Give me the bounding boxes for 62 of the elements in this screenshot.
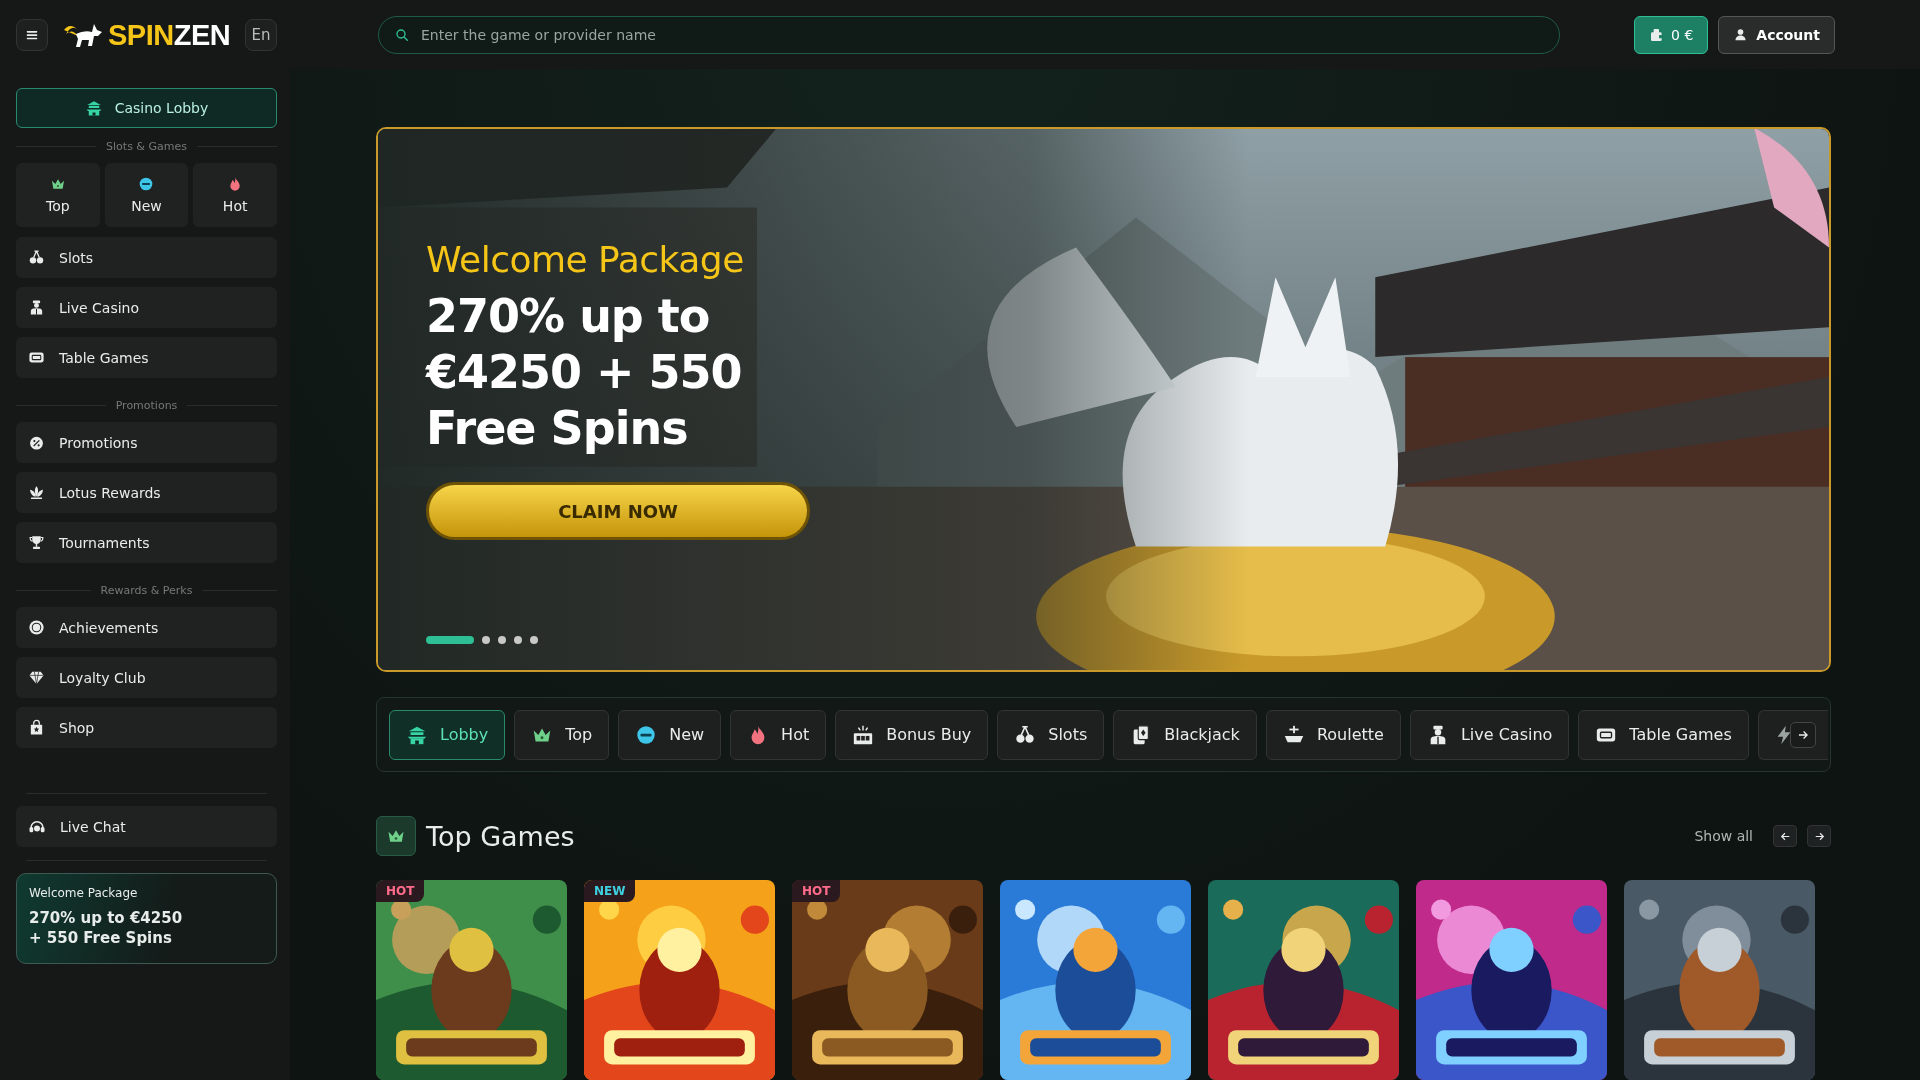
- category-tab[interactable]: Live Casino: [1409, 709, 1570, 760]
- promo-title: Welcome Package: [29, 886, 139, 900]
- category-tab[interactable]: New: [618, 709, 722, 760]
- previous-button[interactable]: [1773, 825, 1797, 847]
- shopping-bag-icon: [28, 719, 45, 736]
- show-all-link[interactable]: Show all: [1694, 828, 1753, 844]
- account-button[interactable]: Account: [1718, 15, 1835, 54]
- sidebar-item[interactable]: Shop: [16, 707, 277, 748]
- menu-button[interactable]: [16, 19, 48, 51]
- carousel-dot[interactable]: [514, 636, 522, 644]
- category-tab[interactable]: Roulette: [1265, 709, 1401, 760]
- nav-tile[interactable]: Hot: [193, 163, 277, 227]
- percent-icon: [28, 434, 45, 451]
- live-chat-button[interactable]: Live Chat: [16, 806, 277, 847]
- category-tab[interactable]: Slots: [997, 709, 1105, 760]
- sidebar-item[interactable]: Tournaments: [16, 522, 277, 563]
- diamond-icon: [28, 669, 45, 686]
- category-tab[interactable]: Top: [514, 709, 610, 760]
- banner-title: Welcome Package: [426, 239, 745, 280]
- category-tab[interactable]: Hot: [730, 709, 827, 760]
- category-tab[interactable]: Table Games: [1578, 709, 1749, 760]
- promo-card[interactable]: Welcome Package 270% up to €4250 + 550 Free Spins: [16, 873, 277, 964]
- scroll-right-button[interactable]: [1790, 722, 1816, 748]
- section-label: Slots & Games: [106, 140, 187, 153]
- sidebar-item[interactable]: Slots: [16, 237, 277, 278]
- sidebar-item[interactable]: Lotus Rewards: [16, 472, 277, 513]
- trophy-icon: [28, 534, 45, 551]
- carousel-dot[interactable]: [498, 636, 506, 644]
- cherries-icon: [1014, 723, 1037, 746]
- carousel-dot[interactable]: [482, 636, 490, 644]
- game-badge: HOT: [792, 880, 841, 902]
- sidebar-item[interactable]: Live Casino: [16, 287, 277, 328]
- dealer-icon: [28, 299, 45, 316]
- category-tab[interactable]: Lobby: [389, 709, 506, 760]
- sidebar-item[interactable]: Achievements: [16, 607, 277, 648]
- section-title: Top Games: [426, 820, 576, 852]
- game-badge: HOT: [376, 880, 425, 902]
- game-badge: NEW: [584, 880, 636, 902]
- nav-tile[interactable]: Top: [16, 163, 100, 227]
- carousel-dot[interactable]: [530, 636, 538, 644]
- sidebar-item[interactable]: Promotions: [16, 422, 277, 463]
- wallet-button[interactable]: 0 €: [1634, 15, 1709, 54]
- claim-button[interactable]: CLAIM NOW: [426, 482, 810, 541]
- sidebar-item[interactable]: Loyalty Club: [16, 657, 277, 698]
- language-button[interactable]: En: [245, 19, 277, 51]
- slot-machine-icon: [852, 723, 875, 746]
- casino-lobby-button[interactable]: Casino Lobby: [16, 88, 277, 128]
- banner-headline: 270% up to €4250 + 550 Free Spins: [426, 288, 743, 457]
- medal-icon: [28, 619, 45, 636]
- category-tab[interactable]: Bonus Buy: [835, 709, 989, 760]
- sidebar-item[interactable]: Table Games: [16, 337, 277, 378]
- category-tab[interactable]: Blackjack: [1113, 709, 1257, 760]
- next-button[interactable]: [1807, 825, 1831, 847]
- cherries-icon: [28, 249, 45, 266]
- search-field[interactable]: Enter the game or provider name: [378, 15, 1561, 54]
- section-label: Rewards & Perks: [100, 584, 193, 597]
- search-icon: [394, 26, 410, 43]
- promo-text: 270% up to €4250 + 550 Free Spins: [29, 908, 184, 949]
- brand-logo: SPINZEN: [108, 18, 231, 52]
- lotus-icon: [28, 484, 45, 501]
- section-label: Promotions: [115, 399, 178, 412]
- nav-tile[interactable]: New: [104, 163, 189, 227]
